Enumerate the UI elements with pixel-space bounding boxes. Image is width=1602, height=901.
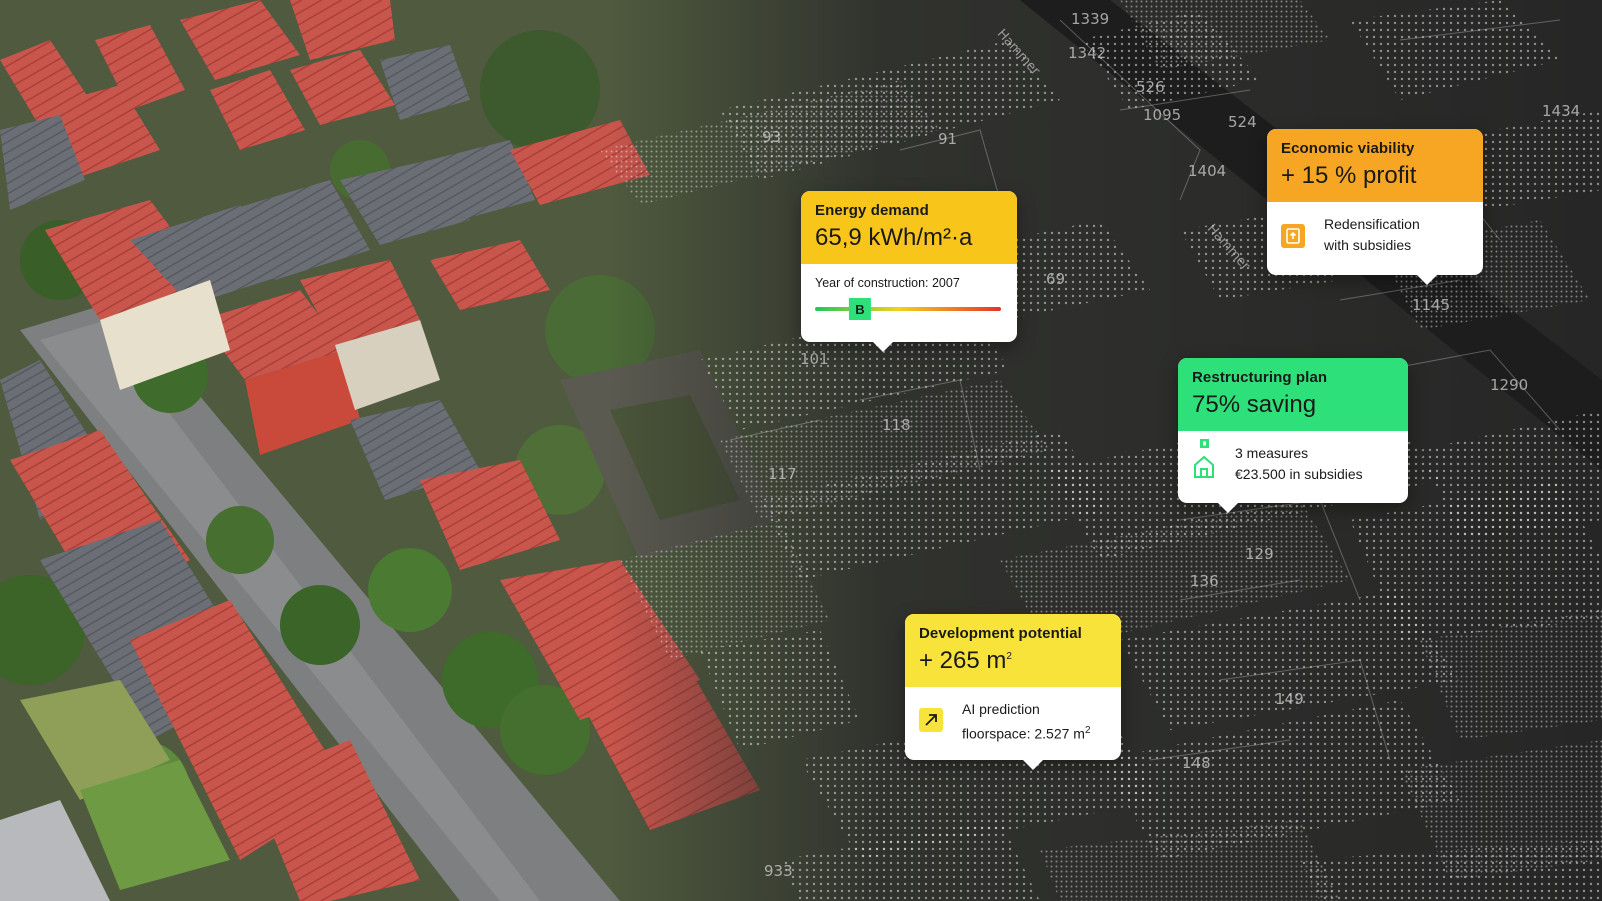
energy-demand-header: Energy demand 65,9 kWh/m²·a <box>801 191 1017 264</box>
development-potential-pointer <box>1023 760 1043 770</box>
floorspace-text: floorspace: 2.527 m <box>962 725 1085 742</box>
energy-demand-title: Energy demand <box>815 202 929 219</box>
parcel-number: 1434 <box>1542 102 1581 120</box>
parcel-number: 1145 <box>1412 296 1451 314</box>
parcel-number: 136 <box>1190 572 1219 590</box>
restructuring-plan-pointer <box>1218 503 1238 513</box>
development-potential-card[interactable]: Development potential + 265 m2 AI predic… <box>905 614 1121 770</box>
parcel-number: 149 <box>1275 690 1304 708</box>
document-upload-icon <box>1281 224 1305 248</box>
economic-viability-pointer <box>1417 275 1437 285</box>
efficiency-class-letter: B <box>855 302 864 317</box>
parcel-number: 1095 <box>1143 106 1182 124</box>
energy-demand-pointer <box>873 342 893 352</box>
economic-viability-header: Economic viability + 15 % profit <box>1267 129 1483 202</box>
parcel-number: 1290 <box>1490 376 1529 394</box>
efficiency-scale-bar <box>815 307 1001 311</box>
economic-viability-card[interactable]: Economic viability + 15 % profit Redensi… <box>1267 129 1483 285</box>
restructuring-plan-value: 75% saving <box>1192 391 1317 418</box>
energy-demand-value: 65,9 kWh/m²·a <box>815 224 973 251</box>
parcel-number: 101 <box>800 350 829 368</box>
floorspace-exponent: 2 <box>1084 725 1091 736</box>
restructuring-plan-header: Restructuring plan 75% saving <box>1178 358 1408 431</box>
parcel-number: 93 <box>762 128 782 146</box>
restructuring-plan-title: Restructuring plan <box>1192 369 1328 386</box>
energy-demand-card[interactable]: Energy demand 65,9 kWh/m²·a Year of cons… <box>801 191 1017 352</box>
restructuring-plan-detail-line1: 3 measures <box>1235 445 1309 461</box>
development-potential-detail-line2: floorspace: 2.527 m2 <box>962 720 1107 745</box>
efficiency-scale: B <box>815 298 1001 320</box>
restructuring-plan-card[interactable]: Restructuring plan 75% saving 3 measures… <box>1178 358 1408 513</box>
restructuring-plan-detail-line2: €23.500 in subsidies <box>1235 466 1363 482</box>
parcel-number: 117 <box>768 465 797 483</box>
economic-viability-detail-line1: Redensification <box>1324 216 1420 232</box>
parcel-number: 148 <box>1182 754 1211 772</box>
restructuring-plan-body: 3 measures €23.500 in subsidies <box>1178 431 1408 497</box>
parcel-number: 1342 <box>1068 44 1107 62</box>
parcel-number: 69 <box>1046 270 1066 288</box>
development-potential-body: AI prediction floorspace: 2.527 m2 <box>905 687 1121 757</box>
parcel-number: 526 <box>1136 78 1165 96</box>
energy-demand-body: Year of construction: 2007 B <box>801 264 1017 322</box>
arrow-up-right-icon <box>919 708 943 732</box>
parcel-number: 524 <box>1228 113 1257 131</box>
map-view[interactable]: 1339 1342 526 1095 524 1434 1404 93 91 1… <box>0 0 1602 901</box>
economic-viability-value: + 15 % profit <box>1281 162 1417 189</box>
development-potential-detail-line1: AI prediction <box>962 701 1040 717</box>
development-potential-value-number: + 265 m <box>919 647 1007 674</box>
construction-year-label: Year of construction: 2007 <box>815 276 960 290</box>
parcel-number: 118 <box>882 416 911 434</box>
parcel-number: 91 <box>938 130 958 148</box>
parcel-number: 129 <box>1245 545 1274 563</box>
parcel-number: 1404 <box>1188 162 1227 180</box>
development-potential-value-exponent: 2 <box>1006 651 1012 662</box>
economic-viability-detail-line2: with subsidies <box>1324 237 1412 253</box>
economic-viability-body: Redensification with subsidies <box>1267 202 1483 268</box>
economic-viability-title: Economic viability <box>1281 140 1415 157</box>
development-potential-value: + 265 m2 <box>919 647 1107 675</box>
house-icon <box>1192 439 1216 479</box>
development-potential-header: Development potential + 265 m2 <box>905 614 1121 687</box>
parcel-number: 933 <box>764 862 793 880</box>
parcel-number: 1339 <box>1071 10 1110 28</box>
development-potential-title: Development potential <box>919 625 1082 642</box>
